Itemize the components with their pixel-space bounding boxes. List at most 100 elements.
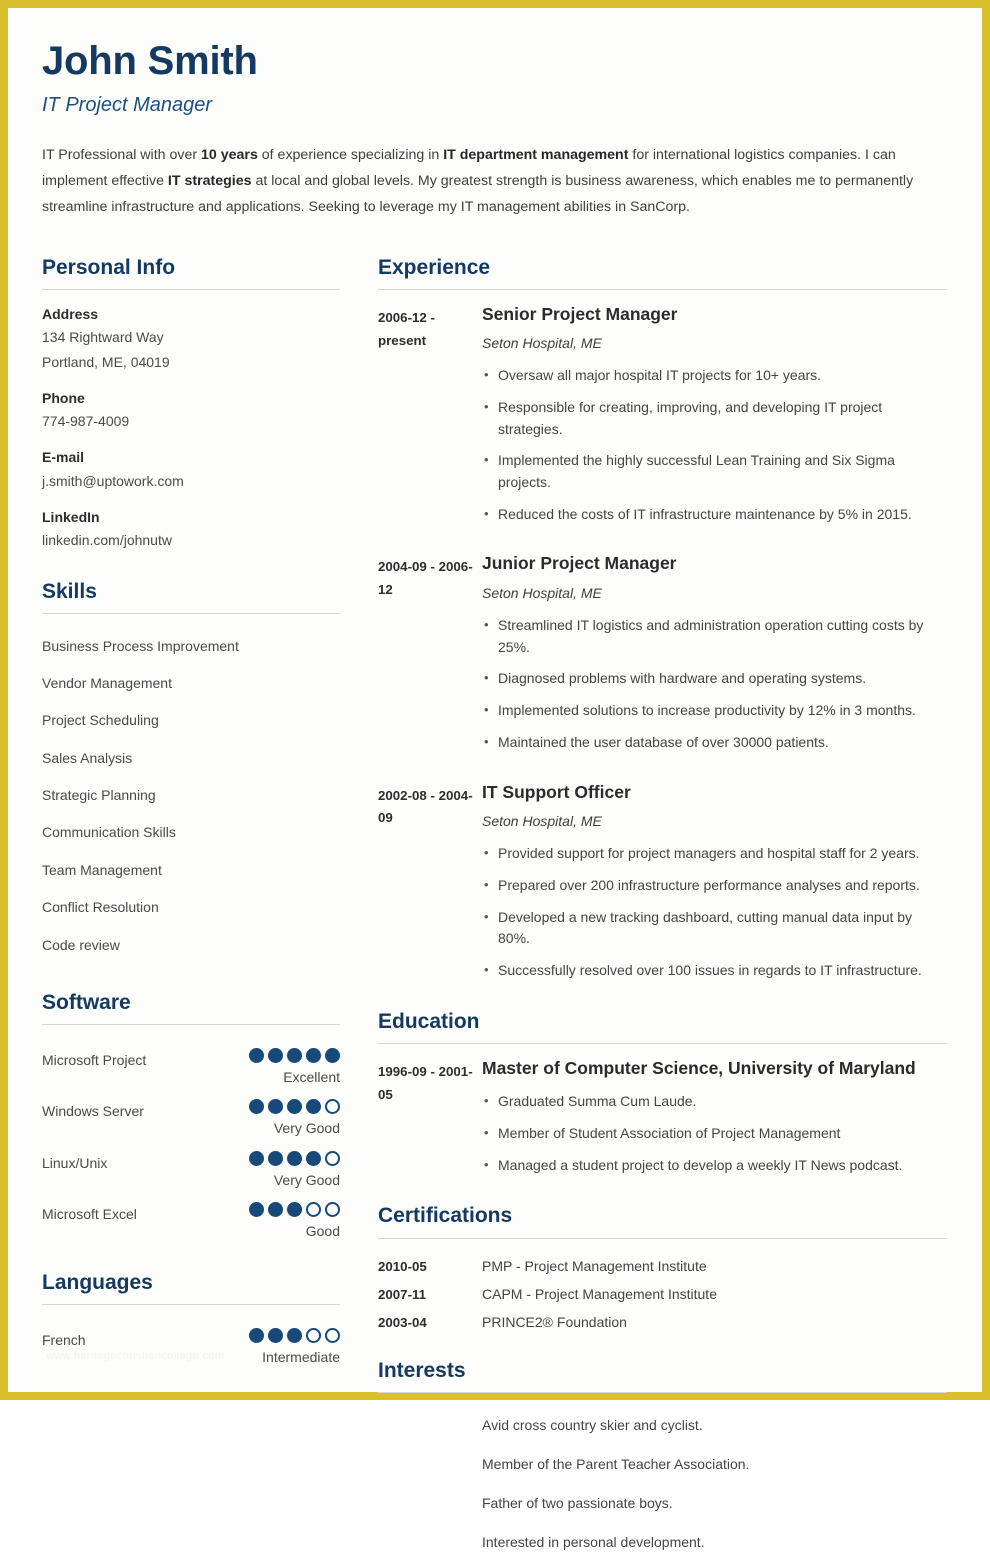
- bullet-item: Member of Student Association of Project…: [482, 1118, 947, 1150]
- resume-page-frame: John Smith IT Project Manager IT Profess…: [0, 0, 990, 1550]
- interest-text: Member of the Parent Teacher Association…: [482, 1455, 750, 1472]
- interest-spacer: [378, 1454, 482, 1475]
- rating-dot: [325, 1047, 340, 1063]
- rating-dot: [249, 1099, 264, 1115]
- rating-value: Intermediate: [249, 1328, 340, 1368]
- languages-rating-list: French Intermediate: [42, 1318, 340, 1370]
- personal-info-label: E-mail: [42, 449, 85, 466]
- rating-dot: [268, 1328, 283, 1344]
- bullet-item: Successfully resolved over 100 issues in…: [482, 955, 947, 987]
- candidate-role: IT Project Manager: [42, 94, 213, 116]
- certification-rows: 2010-05 PMP - Project Management Institut…: [378, 1252, 947, 1336]
- rating-dots: [249, 1099, 340, 1115]
- experience-entry: 2006-12 - present Senior Project Manager S…: [378, 303, 947, 531]
- section-divider: [42, 1304, 340, 1306]
- bullet-item: Provided support for project managers an…: [482, 838, 947, 870]
- personal-info-value: linkedin.com/johnutw: [42, 531, 172, 548]
- summary-emphasis: IT department management: [443, 147, 629, 163]
- rating-value: Very Good: [249, 1150, 340, 1191]
- summary-text: of experience specializing in: [257, 147, 444, 163]
- rating-dot: [306, 1047, 321, 1063]
- certification-date: 2007-11: [378, 1286, 427, 1302]
- interest-rows: Avid cross country skier and cyclist. Mem…: [378, 1406, 947, 1562]
- bullet-item: Responsible for creating, improving, and…: [482, 392, 947, 445]
- section-certifications: Certifications 2010-05 PMP - Project Mana…: [378, 1203, 947, 1335]
- interest-row: Father of two passionate boys.: [378, 1484, 947, 1523]
- entry-date: 2002-08 - 2004-09: [378, 787, 473, 826]
- site-watermark: www.heritagechristiancollege.com: [46, 1350, 225, 1362]
- section-divider: [378, 1042, 947, 1044]
- degree-title: Master of Computer Science, University o…: [482, 1057, 916, 1078]
- section-divider: [42, 288, 340, 290]
- bullet-list: Provided support for project managers an…: [482, 838, 947, 986]
- personal-info-label: LinkedIn: [42, 508, 100, 525]
- bullet-list: Streamlined IT logistics and administrat…: [482, 610, 947, 758]
- rating-label: Good: [305, 1223, 340, 1240]
- software-rating-list: Microsoft Project Excellent Windows Server…: [42, 1038, 340, 1244]
- section-divider: [378, 1237, 947, 1239]
- candidate-name: John Smith: [42, 39, 258, 83]
- interest-text: Interested in personal development.: [482, 1533, 705, 1550]
- bullet-item: Managed a student project to develop a w…: [482, 1150, 947, 1182]
- skill-item: Strategic Planning: [42, 787, 156, 804]
- rating-row: Microsoft Project Excellent: [42, 1038, 340, 1090]
- section-title-skills: Skills: [42, 579, 97, 603]
- section-title-interests: Interests: [378, 1358, 466, 1382]
- section-title-software: Software: [42, 990, 131, 1014]
- rating-row: Microsoft Excel Good: [42, 1192, 340, 1244]
- resume-header: John Smith IT Project Manager IT Profess…: [34, 40, 956, 221]
- bullet-item: Oversaw all major hospital IT projects f…: [482, 360, 947, 392]
- certification-row: 2010-05 PMP - Project Management Institut…: [378, 1252, 947, 1280]
- section-divider: [42, 613, 340, 614]
- interest-spacer: [378, 1415, 482, 1436]
- certification-row: 2007-11 CAPM - Project Management Institu…: [378, 1280, 947, 1308]
- summary-paragraph: IT Professional with over 10 years of ex…: [42, 143, 948, 221]
- resume-columns: Personal Info Address 134 Rightward Way Po…: [34, 255, 956, 1566]
- skill-item: Business Process Improvement: [42, 637, 239, 654]
- bullet-item: Streamlined IT logistics and administrat…: [482, 610, 947, 663]
- rating-value: Good: [249, 1202, 340, 1242]
- rating-dot: [268, 1047, 283, 1063]
- job-title: Junior Project Manager: [482, 553, 677, 574]
- bullet-item: Reduced the costs of IT infrastructure m…: [482, 499, 947, 531]
- personal-info-value: j.smith@uptowork.com: [42, 472, 184, 489]
- rating-dot: [249, 1047, 264, 1063]
- section-interests: Interests Avid cross country skier and c…: [378, 1358, 947, 1562]
- rating-name: French: [42, 1332, 86, 1349]
- rating-dot: [306, 1099, 321, 1115]
- personal-info-label: Phone: [42, 389, 85, 406]
- entry-body: Junior Project Manager Seton Hospital, ME…: [482, 552, 947, 758]
- rating-label: Very Good: [273, 1120, 340, 1137]
- rating-dot: [249, 1328, 264, 1344]
- section-title-languages: Languages: [42, 1271, 153, 1295]
- summary-text: IT Professional with over: [42, 147, 202, 163]
- rating-dots: [249, 1328, 340, 1344]
- interest-spacer: [378, 1493, 482, 1514]
- rating-dots: [249, 1047, 340, 1063]
- skill-item: Team Management: [42, 861, 162, 878]
- skills-list: Business Process Improvement Vendor Manag…: [42, 627, 340, 964]
- interest-row: Avid cross country skier and cyclist.: [378, 1406, 947, 1445]
- experience-entry: 2004-09 - 2006-12 Junior Project Manager S…: [378, 552, 947, 758]
- summary-emphasis: 10 years: [201, 147, 258, 163]
- rating-dot: [268, 1150, 283, 1166]
- rating-label: Very Good: [273, 1171, 340, 1188]
- rating-row: Windows Server Very Good: [42, 1089, 340, 1141]
- interest-spacer: [378, 1532, 482, 1553]
- rating-name: Microsoft Excel: [42, 1206, 137, 1223]
- section-divider: [378, 1391, 947, 1393]
- skill-item: Communication Skills: [42, 824, 176, 841]
- bullet-item: Prepared over 200 infrastructure perform…: [482, 870, 947, 902]
- rating-dot: [325, 1150, 340, 1166]
- education-entry: 1996-09 - 2001-05 Master of Computer Scie…: [378, 1057, 947, 1182]
- rating-value: Very Good: [249, 1099, 340, 1139]
- rating-dot: [287, 1202, 302, 1218]
- interest-text: Father of two passionate boys.: [482, 1494, 673, 1511]
- employer-name: Seton Hospital, ME: [482, 335, 602, 352]
- entry-body: Senior Project Manager Seton Hospital, ME…: [482, 303, 947, 531]
- certification-row: 2003-04 PRINCE2® Foundation: [378, 1308, 947, 1336]
- job-title: IT Support Officer: [482, 781, 631, 802]
- entry-date: 2006-12 - present: [378, 309, 435, 348]
- job-title: Senior Project Manager: [482, 303, 678, 324]
- section-software: Software Microsoft Project Excellent Windo…: [42, 990, 340, 1245]
